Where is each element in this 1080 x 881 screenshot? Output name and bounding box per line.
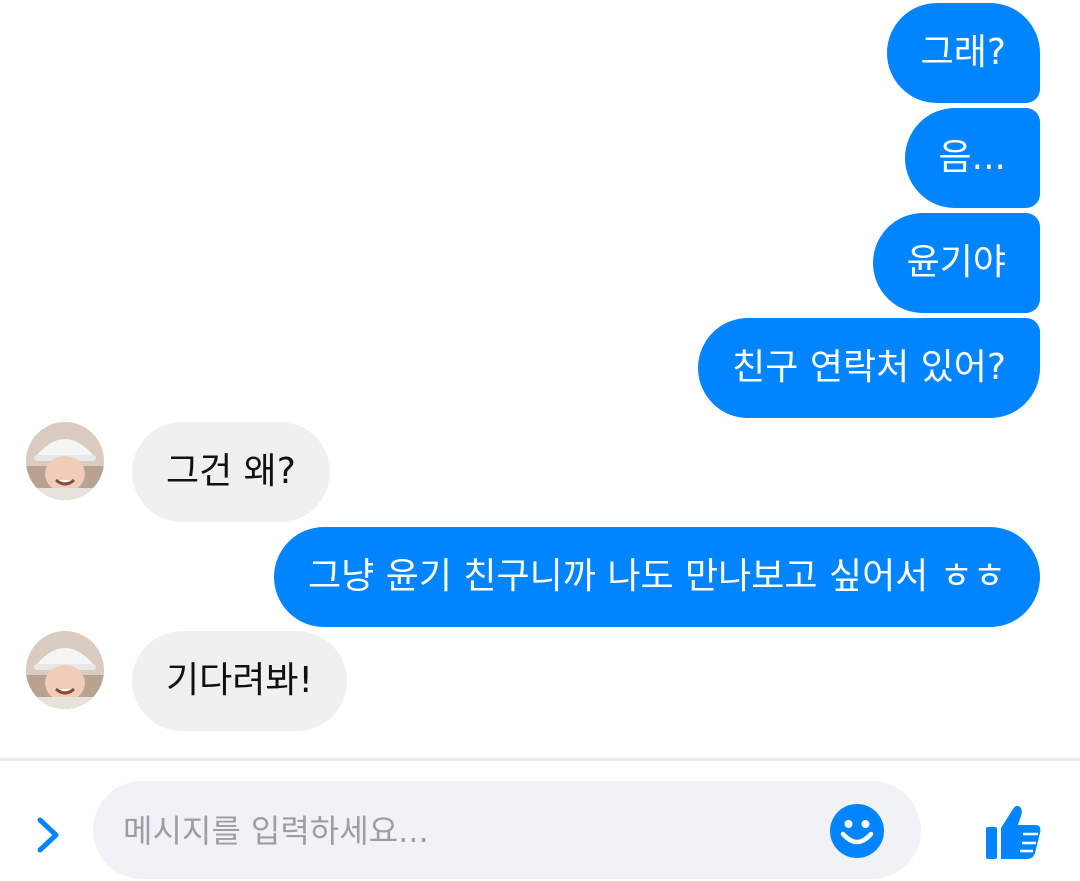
message-bubble-outgoing[interactable]: 그래?	[886, 3, 1040, 103]
message-text: 그건 왜?	[166, 451, 296, 492]
avatar[interactable]	[26, 422, 104, 500]
message-text: 음...	[938, 137, 1006, 178]
message-bubble-outgoing[interactable]: 윤기야	[872, 213, 1040, 313]
message-composer	[0, 761, 1080, 881]
message-text: 그래?	[920, 32, 1006, 73]
like-button[interactable]	[982, 801, 1044, 863]
avatar[interactable]	[26, 631, 104, 709]
smiley-icon	[830, 804, 884, 858]
message-text: 기다려봐!	[166, 660, 313, 701]
chevron-right-icon	[37, 817, 59, 853]
message-bubble-incoming[interactable]: 그건 왜?	[132, 422, 330, 522]
thumbs-up-icon	[986, 805, 1041, 859]
emoji-button[interactable]	[829, 803, 885, 859]
message-text: 친구 연락처 있어?	[732, 347, 1006, 388]
message-bubble-outgoing[interactable]: 친구 연락처 있어?	[698, 318, 1040, 418]
expand-actions-button[interactable]	[22, 809, 74, 861]
message-text: 그냥 윤기 친구니까 나도 만나보고 싶어서 ㅎㅎ	[308, 556, 1006, 597]
message-input-container[interactable]	[93, 781, 921, 881]
message-bubble-outgoing[interactable]: 음...	[904, 108, 1040, 208]
message-input[interactable]	[121, 781, 805, 881]
message-list[interactable]: 그래? 음... 윤기야 친구 연락처 있어? 그건 왜? 그냥 윤기 친구니까…	[0, 0, 1080, 760]
message-text: 윤기야	[906, 242, 1006, 283]
message-bubble-incoming[interactable]: 기다려봐!	[132, 631, 347, 731]
message-bubble-outgoing[interactable]: 그냥 윤기 친구니까 나도 만나보고 싶어서 ㅎㅎ	[274, 527, 1040, 627]
